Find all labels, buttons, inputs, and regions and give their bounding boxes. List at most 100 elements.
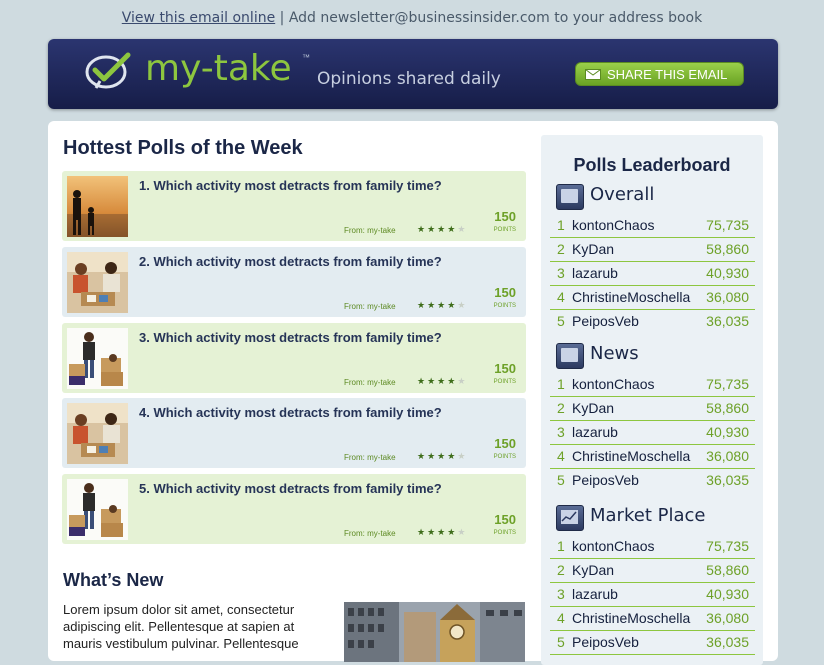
hottest-polls-heading: Hottest Polls of the Week bbox=[63, 137, 303, 159]
whats-new-body: Lorem ipsum dolor sit amet, consectetur … bbox=[63, 602, 299, 651]
star-icon: ★ bbox=[427, 224, 438, 234]
star-icon: ★ bbox=[437, 300, 448, 310]
star-icon: ★ bbox=[427, 451, 438, 461]
username[interactable]: lazarub bbox=[572, 261, 618, 285]
share-email-button[interactable]: SHARE THIS EMAIL bbox=[575, 62, 744, 86]
score: 36,035 bbox=[706, 472, 749, 488]
star-icon: ★ bbox=[417, 527, 428, 537]
score: 36,080 bbox=[706, 289, 749, 305]
poll-thumbnail bbox=[67, 252, 128, 313]
score: 40,930 bbox=[706, 586, 749, 602]
content-card: Hottest Polls of the Week 1. Which activ… bbox=[48, 121, 778, 665]
poll-rating-stars: ★★★★★ bbox=[417, 376, 467, 387]
username[interactable]: PeiposVeb bbox=[572, 309, 639, 333]
score: 36,080 bbox=[706, 448, 749, 464]
news-icon bbox=[556, 184, 584, 210]
poll-item[interactable]: 1. Which activity most detracts from fam… bbox=[62, 171, 526, 241]
news-icon bbox=[556, 343, 584, 369]
leaderboard-section-title: Overall bbox=[590, 184, 655, 205]
leaderboard-section-title: Market Place bbox=[590, 505, 706, 526]
logo-wordmark: my-take bbox=[145, 48, 292, 89]
score: 75,735 bbox=[706, 538, 749, 554]
poll-question[interactable]: 1. Which activity most detracts from fam… bbox=[139, 178, 442, 193]
star-icon: ★ bbox=[427, 376, 438, 386]
poll-rating-stars: ★★★★★ bbox=[417, 527, 467, 538]
leaderboard-title: Polls Leaderboard bbox=[573, 155, 731, 175]
poll-source: From: my-take bbox=[344, 453, 396, 462]
poll-points: 150 bbox=[494, 361, 516, 376]
whats-new-image bbox=[344, 602, 525, 662]
star-empty-icon: ★ bbox=[457, 451, 468, 461]
poll-question[interactable]: 5. Which activity most detracts from fam… bbox=[139, 481, 442, 496]
poll-question[interactable]: 4. Which activity most detracts from fam… bbox=[139, 405, 442, 420]
poll-item[interactable]: 5. Which activity most detracts from fam… bbox=[62, 474, 526, 544]
leaderboard-row[interactable]: 3 lazarub 40,930 bbox=[550, 420, 755, 445]
rank: 4 bbox=[557, 610, 565, 626]
username[interactable]: kontonChaos bbox=[572, 213, 655, 237]
poll-question[interactable]: 2. Which activity most detracts from fam… bbox=[139, 254, 442, 269]
score: 36,080 bbox=[706, 610, 749, 626]
star-empty-icon: ★ bbox=[457, 224, 468, 234]
preheader-separator: | bbox=[275, 10, 289, 26]
leaderboard-panel: Polls Leaderboard Overall 1 kontonChaos 75… bbox=[541, 135, 763, 665]
username[interactable]: ChristineMoschella bbox=[572, 606, 690, 630]
username[interactable]: KyDan bbox=[572, 396, 614, 420]
address-book-text: Add newsletter@businessinsider.com to yo… bbox=[288, 10, 703, 26]
leaderboard-row[interactable]: 2 KyDan 58,860 bbox=[550, 237, 755, 262]
leaderboard-row[interactable]: 4 ChristineMoschella 36,080 bbox=[550, 444, 755, 469]
rank: 2 bbox=[557, 241, 565, 257]
poll-thumbnail bbox=[67, 403, 128, 464]
leaderboard-row[interactable]: 3 lazarub 40,930 bbox=[550, 261, 755, 286]
poll-question[interactable]: 3. Which activity most detracts from fam… bbox=[139, 330, 442, 345]
rank: 4 bbox=[557, 289, 565, 305]
leaderboard-row[interactable]: 2 KyDan 58,860 bbox=[550, 396, 755, 421]
username[interactable]: PeiposVeb bbox=[572, 630, 639, 654]
poll-item[interactable]: 4. Which activity most detracts from fam… bbox=[62, 398, 526, 468]
leaderboard-row[interactable]: 3 lazarub 40,930 bbox=[550, 582, 755, 607]
leaderboard-row[interactable]: 5 PeiposVeb 36,035 bbox=[550, 630, 755, 655]
username[interactable]: lazarub bbox=[572, 420, 618, 444]
username[interactable]: ChristineMoschella bbox=[572, 444, 690, 468]
star-empty-icon: ★ bbox=[457, 527, 468, 537]
rank: 3 bbox=[557, 265, 565, 281]
username[interactable]: PeiposVeb bbox=[572, 468, 639, 492]
username[interactable]: lazarub bbox=[572, 582, 618, 606]
rank: 5 bbox=[557, 634, 565, 650]
leaderboard-row[interactable]: 4 ChristineMoschella 36,080 bbox=[550, 285, 755, 310]
poll-points: 150 bbox=[494, 285, 516, 300]
leaderboard-row[interactable]: 1 kontonChaos 75,735 bbox=[550, 534, 755, 559]
poll-thumbnail bbox=[67, 479, 128, 540]
whats-new-heading: What’s New bbox=[63, 570, 164, 590]
leaderboard-row[interactable]: 4 ChristineMoschella 36,080 bbox=[550, 606, 755, 631]
star-icon: ★ bbox=[437, 224, 448, 234]
poll-source: From: my-take bbox=[344, 302, 396, 311]
username[interactable]: kontonChaos bbox=[572, 372, 655, 396]
username[interactable]: KyDan bbox=[572, 558, 614, 582]
score: 40,930 bbox=[706, 265, 749, 281]
leaderboard-row[interactable]: 5 PeiposVeb 36,035 bbox=[550, 309, 755, 333]
rank: 2 bbox=[557, 400, 565, 416]
leaderboard-row[interactable]: 1 kontonChaos 75,735 bbox=[550, 372, 755, 397]
username[interactable]: ChristineMoschella bbox=[572, 285, 690, 309]
star-icon: ★ bbox=[417, 224, 428, 234]
star-icon: ★ bbox=[437, 376, 448, 386]
view-online-link[interactable]: View this email online bbox=[122, 10, 275, 26]
market-chart-icon bbox=[556, 505, 584, 531]
poll-source: From: my-take bbox=[344, 226, 396, 235]
rank: 1 bbox=[557, 538, 565, 554]
leaderboard-row[interactable]: 2 KyDan 58,860 bbox=[550, 558, 755, 583]
score: 75,735 bbox=[706, 376, 749, 392]
star-icon: ★ bbox=[447, 451, 458, 461]
leaderboard-row[interactable]: 1 kontonChaos 75,735 bbox=[550, 213, 755, 238]
username[interactable]: KyDan bbox=[572, 237, 614, 261]
score: 75,735 bbox=[706, 217, 749, 233]
username[interactable]: kontonChaos bbox=[572, 534, 655, 558]
poll-item[interactable]: 3. Which activity most detracts from fam… bbox=[62, 323, 526, 393]
rank: 4 bbox=[557, 448, 565, 464]
star-icon: ★ bbox=[447, 224, 458, 234]
poll-item[interactable]: 2. Which activity most detracts from fam… bbox=[62, 247, 526, 317]
leaderboard-row[interactable]: 5 PeiposVeb 36,035 bbox=[550, 468, 755, 492]
poll-points: 150 bbox=[494, 436, 516, 451]
rank: 1 bbox=[557, 376, 565, 392]
poll-points-label: POINTS bbox=[493, 379, 516, 385]
